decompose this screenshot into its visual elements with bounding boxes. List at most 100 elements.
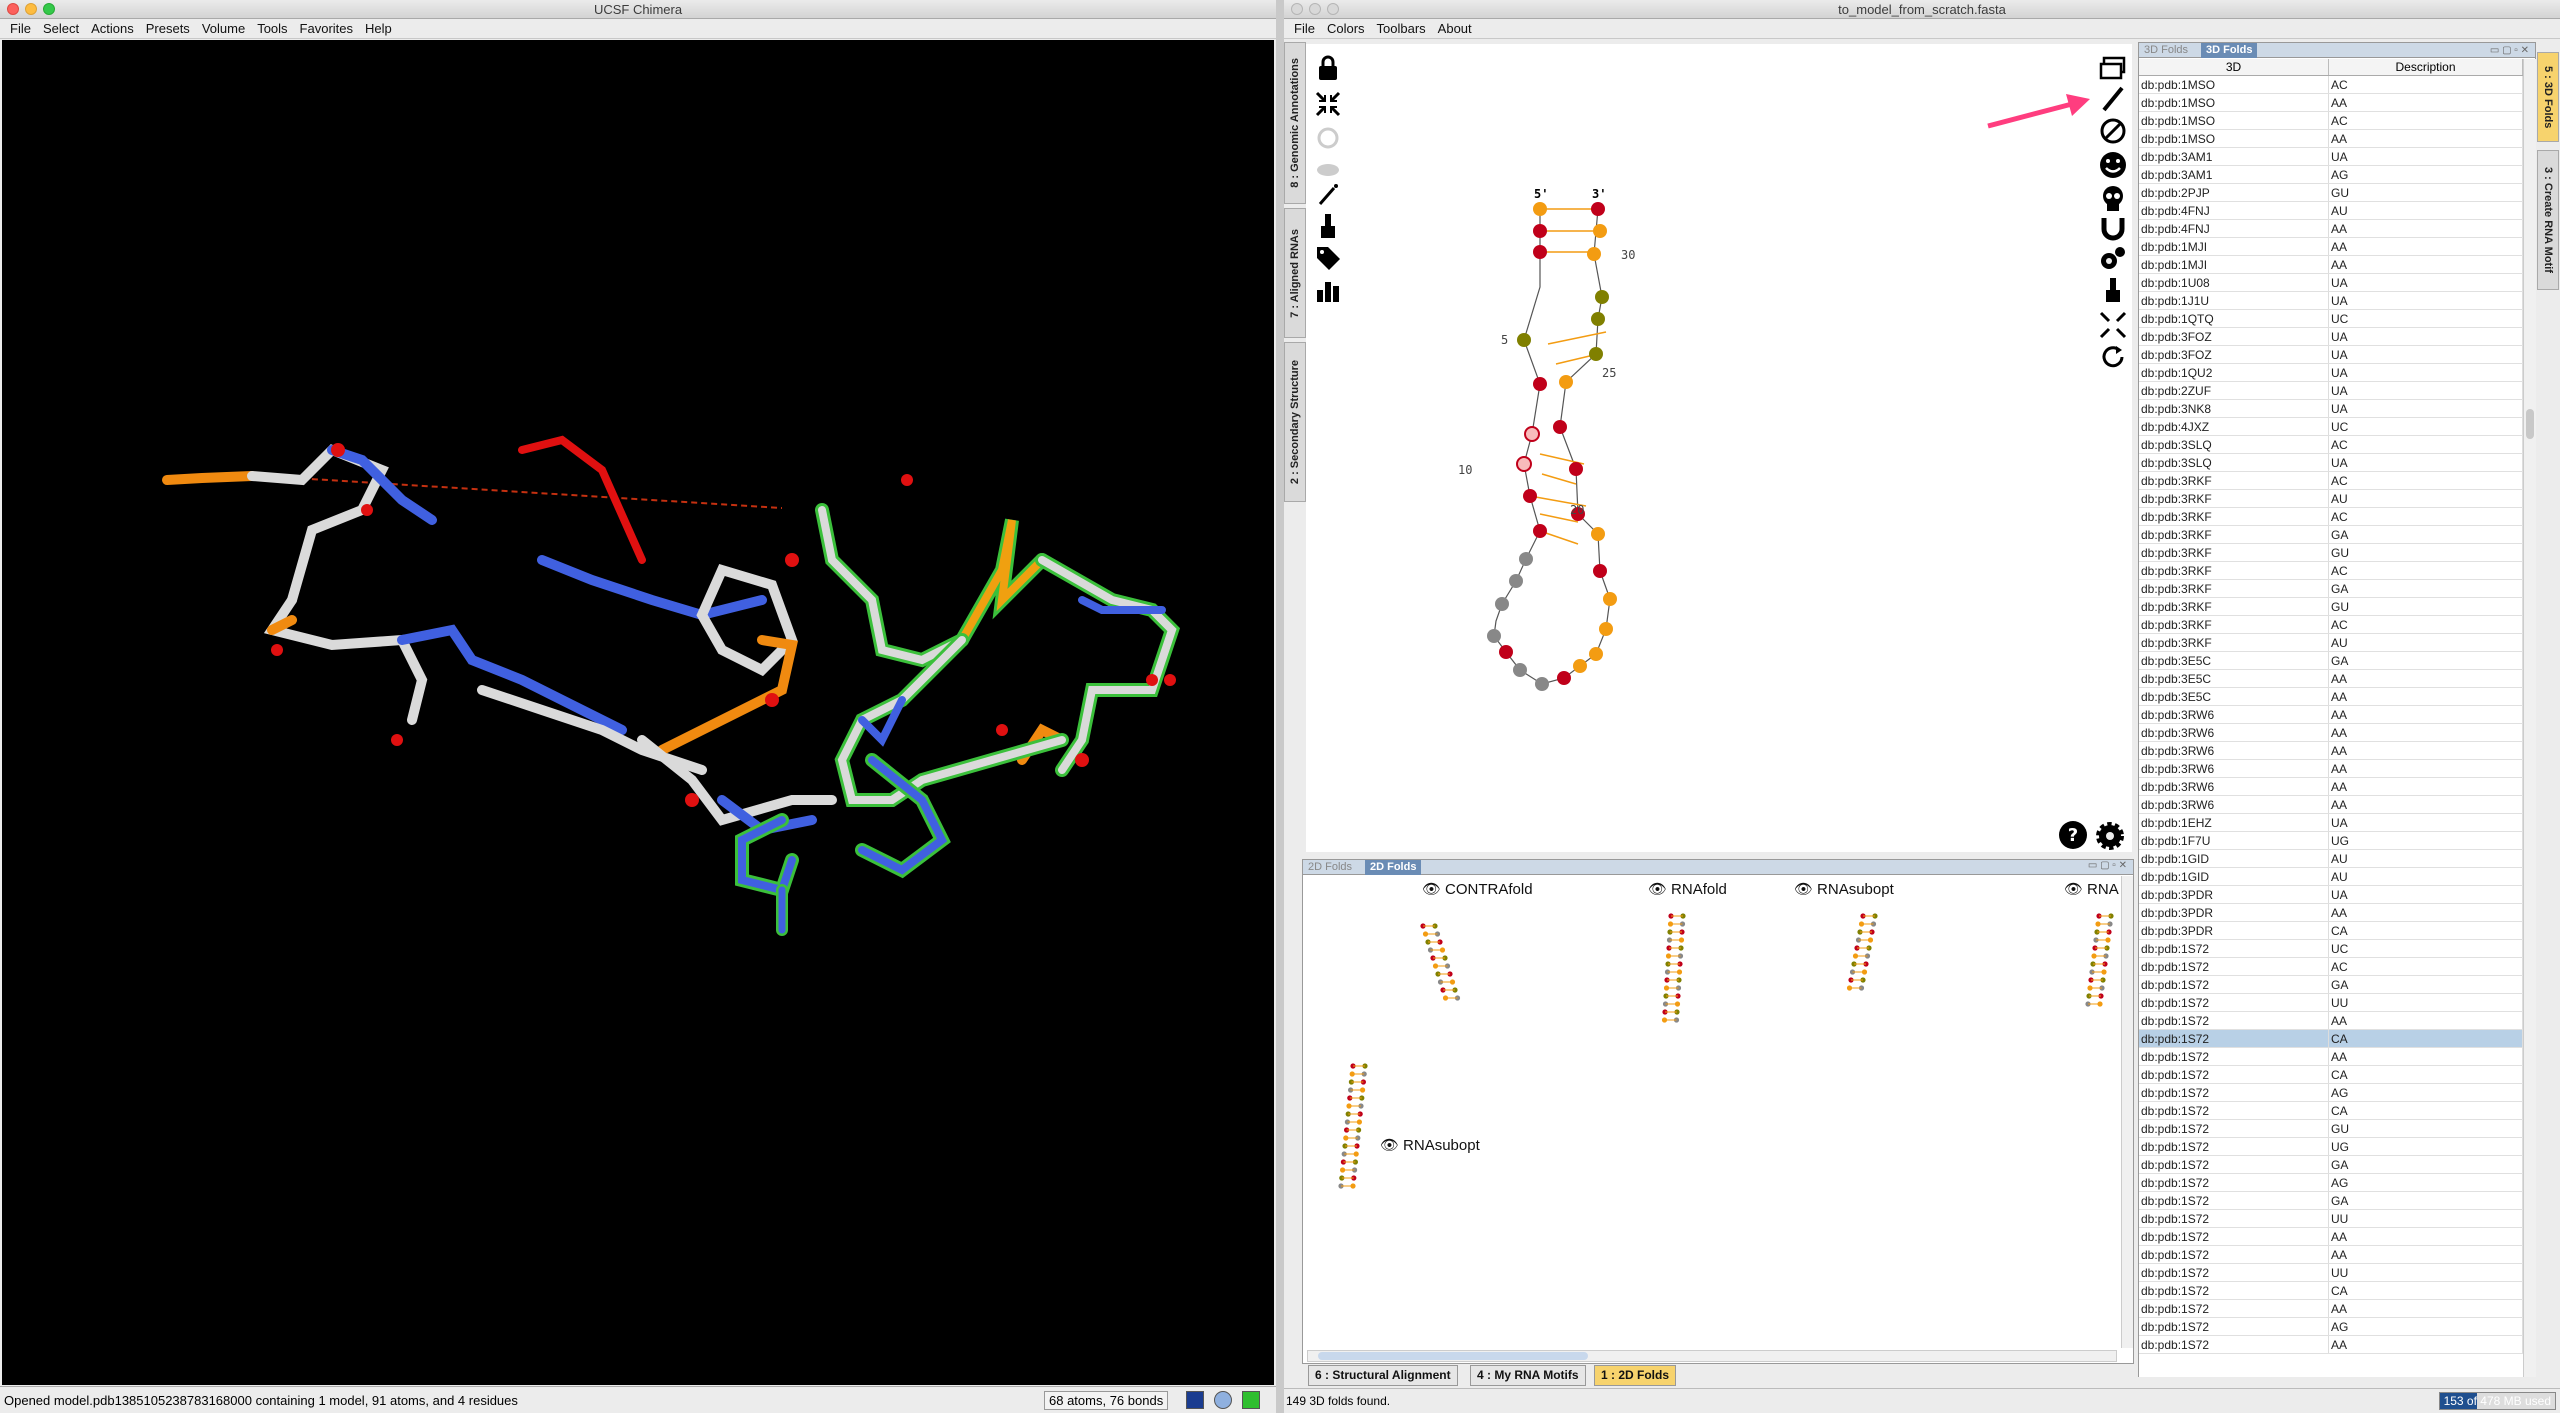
table-row[interactable]: db:pdb:3E5C AA [2139, 670, 2523, 688]
nucleotide[interactable] [1591, 202, 1605, 216]
fold-thumbnail[interactable] [1661, 913, 1686, 1023]
nucleotide[interactable] [1589, 347, 1603, 361]
collapse-arrows-icon[interactable] [1314, 90, 1342, 118]
tag-icon[interactable] [1314, 244, 1342, 272]
table-row[interactable]: db:pdb:1S72 CA [2139, 1030, 2523, 1048]
table-row[interactable]: db:pdb:1S72 AA [2139, 1012, 2523, 1030]
nucleotide[interactable] [1524, 426, 1540, 442]
eye-icon[interactable]: 👁 [1794, 880, 1813, 898]
nucleotide[interactable] [1553, 420, 1567, 434]
nucleotide[interactable] [1587, 247, 1601, 261]
nucleotide[interactable] [1499, 645, 1513, 659]
nucleotide[interactable] [1595, 290, 1609, 304]
table-row[interactable]: db:pdb:4JXZ UC [2139, 418, 2523, 436]
table-row[interactable]: db:pdb:1S72 AG [2139, 1318, 2523, 1336]
folds2d-tab-inactive[interactable]: 2D Folds [1303, 860, 1357, 875]
table-row[interactable]: db:pdb:3PDR AA [2139, 904, 2523, 922]
table-row[interactable]: db:pdb:1S72 GA [2139, 976, 2523, 994]
fold-label-contrafold[interactable]: 👁 CONTRAfold [1422, 880, 1533, 899]
menu-help[interactable]: Help [365, 21, 392, 36]
table-row[interactable]: db:pdb:4FNJ AA [2139, 220, 2523, 238]
table-row[interactable]: db:pdb:1S72 AA [2139, 1336, 2523, 1354]
table-row[interactable]: db:pdb:3RKF AC [2139, 616, 2523, 634]
nucleotide[interactable] [1533, 245, 1547, 259]
nucleotide[interactable] [1516, 456, 1532, 472]
table-row[interactable]: db:pdb:3PDR CA [2139, 922, 2523, 940]
refresh-icon[interactable] [2098, 342, 2128, 372]
tab-create-rna-motif[interactable]: 3 : Create RNA Motif [2537, 150, 2559, 290]
panel-window-controls-icon[interactable]: ▭ ▢ ▫ ✕ [2490, 43, 2529, 58]
magnet-icon[interactable] [2098, 214, 2128, 244]
table-row[interactable]: db:pdb:1U08 UA [2139, 274, 2523, 292]
eye-icon[interactable]: 👁 [2064, 880, 2083, 898]
table-row[interactable]: db:pdb:2ZUF UA [2139, 382, 2523, 400]
table-row[interactable]: db:pdb:1S72 GA [2139, 1192, 2523, 1210]
table-row[interactable]: db:pdb:1S72 AA [2139, 1048, 2523, 1066]
nucleotide[interactable] [1599, 622, 1613, 636]
table-row[interactable]: db:pdb:3FOZ UA [2139, 328, 2523, 346]
nucleotide[interactable] [1557, 671, 1571, 685]
folds3d-tab-active[interactable]: 3D Folds [2201, 43, 2258, 58]
table-row[interactable]: db:pdb:3RKF GU [2139, 544, 2523, 562]
col-3d-header[interactable]: 3D [2139, 59, 2329, 75]
nucleotide[interactable] [1509, 574, 1523, 588]
table-row[interactable]: db:pdb:3RW6 AA [2139, 760, 2523, 778]
table-row[interactable]: db:pdb:3RKF AU [2139, 634, 2523, 652]
table-row[interactable]: db:pdb:1S72 AC [2139, 958, 2523, 976]
fold-thumbnail[interactable] [2085, 913, 2114, 1007]
nucleotide[interactable] [1523, 489, 1537, 503]
table-row[interactable]: db:pdb:1S72 CA [2139, 1102, 2523, 1120]
table-row[interactable]: db:pdb:1S72 GA [2139, 1156, 2523, 1174]
table-row[interactable]: db:pdb:1S72 GU [2139, 1120, 2523, 1138]
table-row[interactable]: db:pdb:3RKF AC [2139, 562, 2523, 580]
table-row[interactable]: db:pdb:3RKF GA [2139, 526, 2523, 544]
folds2d-vscrollbar[interactable] [2121, 876, 2133, 1348]
menu-presets[interactable]: Presets [146, 21, 190, 36]
table-row[interactable]: db:pdb:3RKF GU [2139, 598, 2523, 616]
table-row[interactable]: db:pdb:2PJP GU [2139, 184, 2523, 202]
menu-tools[interactable]: Tools [257, 21, 287, 36]
scrollbar-thumb[interactable] [2526, 409, 2534, 439]
paint-brush-icon[interactable] [1314, 212, 1342, 240]
table-row[interactable]: db:pdb:1MSO AA [2139, 94, 2523, 112]
nucleotide[interactable] [1533, 377, 1547, 391]
close-button[interactable] [1291, 3, 1303, 15]
nucleotide[interactable] [1591, 312, 1605, 326]
fold-label-rnasubopt[interactable]: 👁 RNAsubopt [1794, 880, 1894, 899]
info-icon[interactable] [1214, 1391, 1232, 1409]
table-row[interactable]: db:pdb:1S72 AA [2139, 1246, 2523, 1264]
table-row[interactable]: db:pdb:3RW6 AA [2139, 742, 2523, 760]
nucleotide[interactable] [1573, 659, 1587, 673]
pen-tool-icon[interactable] [2098, 84, 2128, 114]
table-row[interactable]: db:pdb:1GID AU [2139, 850, 2523, 868]
tab-secondary-structure[interactable]: 2 : Secondary Structure [1284, 342, 1306, 502]
nucleotide[interactable] [1533, 202, 1547, 216]
eye-icon[interactable]: 👁 [1380, 1136, 1399, 1154]
menu-select[interactable]: Select [43, 21, 79, 36]
refresh-disabled-icon[interactable] [1314, 124, 1342, 152]
table-row[interactable]: db:pdb:3RW6 AA [2139, 706, 2523, 724]
menu-file[interactable]: File [1294, 21, 1315, 36]
table-row[interactable]: db:pdb:1S72 UU [2139, 994, 2523, 1012]
table-row[interactable]: db:pdb:3AM1 AG [2139, 166, 2523, 184]
folds3d-tab-inactive[interactable]: 3D Folds [2139, 43, 2193, 58]
menu-actions[interactable]: Actions [91, 21, 134, 36]
settings-gear-icon[interactable] [2094, 820, 2126, 852]
nucleotide[interactable] [1589, 647, 1603, 661]
window-display-icon[interactable] [2098, 54, 2128, 84]
table-row[interactable]: db:pdb:3SLQ UA [2139, 454, 2523, 472]
nucleotide[interactable] [1519, 552, 1533, 566]
tab-genomic-annotations[interactable]: 8 : Genomic Annotations [1284, 42, 1306, 204]
table-row[interactable]: db:pdb:1S72 CA [2139, 1282, 2523, 1300]
nucleotide[interactable] [1533, 224, 1547, 238]
menu-colors[interactable]: Colors [1327, 21, 1365, 36]
smiley-icon[interactable] [2098, 150, 2128, 180]
collapse-arrows-icon[interactable] [2098, 310, 2128, 340]
table-row[interactable]: db:pdb:3RKF AU [2139, 490, 2523, 508]
nucleotide[interactable] [1593, 224, 1607, 238]
tab-2d-folds[interactable]: 1 : 2D Folds [1594, 1365, 1677, 1386]
table-row[interactable]: db:pdb:3AM1 UA [2139, 148, 2523, 166]
eye-icon[interactable]: 👁 [1648, 880, 1667, 898]
table-row[interactable]: db:pdb:1MSO AC [2139, 112, 2523, 130]
menu-file[interactable]: File [10, 21, 31, 36]
